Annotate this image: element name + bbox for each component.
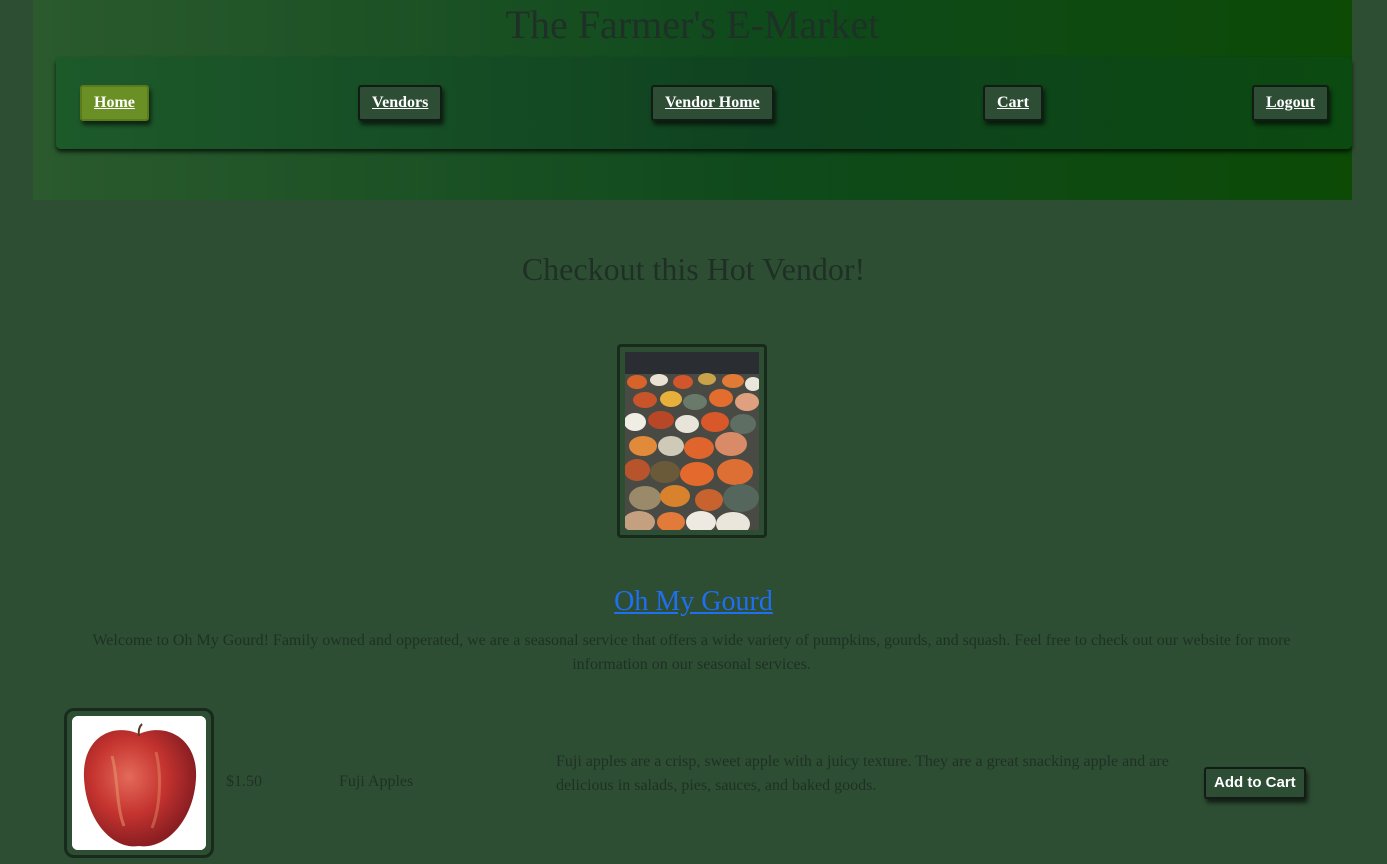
- product-name: Fuji Apples: [339, 773, 414, 790]
- nav-logout-button[interactable]: Logout: [1252, 85, 1329, 121]
- nav-cart-button[interactable]: Cart: [983, 85, 1043, 121]
- nav-vendors-button[interactable]: Vendors: [358, 85, 443, 121]
- add-to-cart-button[interactable]: Add to Cart: [1204, 767, 1306, 799]
- nav-home-button[interactable]: Home: [80, 85, 149, 121]
- product-price: $1.50: [226, 773, 262, 790]
- site-title: The Farmer's E-Market: [505, 2, 880, 47]
- site-header: The Farmer's E-Market Home Vendors Vendo…: [33, 0, 1352, 200]
- hot-vendor-heading: Checkout this Hot Vendor!: [521, 251, 866, 287]
- nav-bar: Home Vendors Vendor Home Cart Logout: [56, 57, 1352, 149]
- vendor-name-link[interactable]: Oh My Gourd: [0, 584, 1387, 620]
- product-description: Fuji apples are a crisp, sweet apple wit…: [556, 753, 1169, 794]
- vendor-description: Welcome to Oh My Gourd! Family owned and…: [92, 632, 1291, 673]
- product-row: $1.50 Fuji Apples Fuji apples are a cris…: [64, 708, 1324, 858]
- vendor-pumpkins-image: [625, 352, 759, 530]
- apple-image: [72, 716, 206, 850]
- nav-vendor-home-button[interactable]: Vendor Home: [651, 85, 774, 121]
- product-image-frame: [64, 708, 214, 858]
- vendor-image-frame: [617, 344, 767, 538]
